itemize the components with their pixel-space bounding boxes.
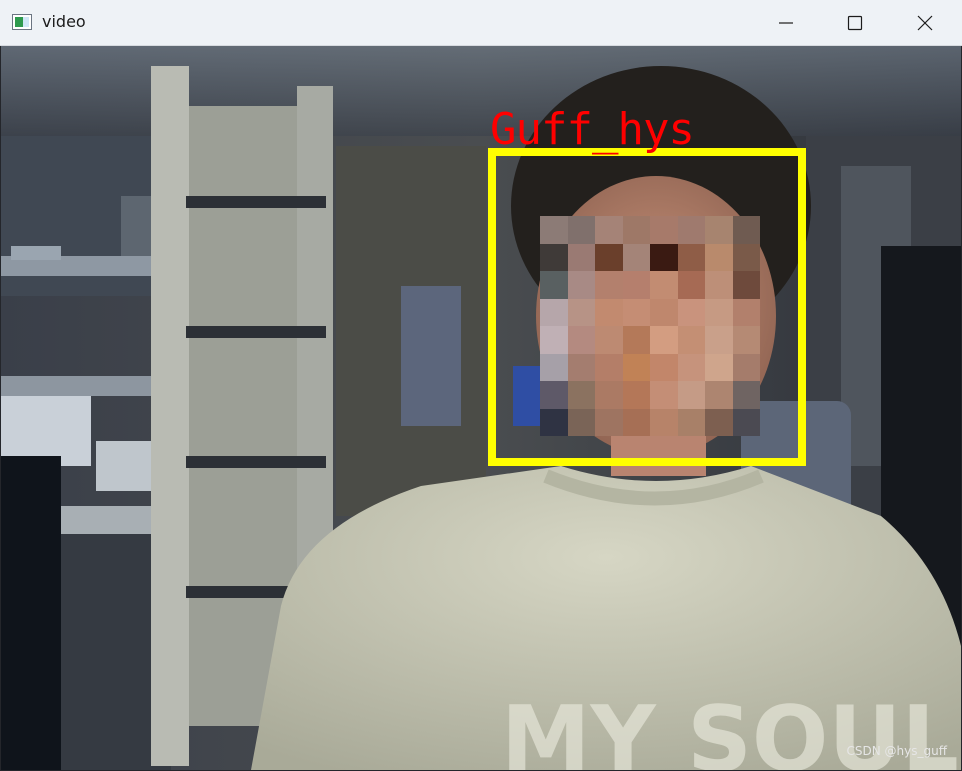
maximize-icon bbox=[847, 15, 863, 31]
minimize-icon bbox=[779, 22, 793, 24]
maximize-button[interactable] bbox=[822, 0, 888, 46]
webcam-scene: MY SOUL bbox=[1, 46, 961, 770]
opencv-window-icon bbox=[12, 14, 32, 30]
close-button[interactable] bbox=[892, 0, 958, 46]
title-bar[interactable]: video bbox=[0, 0, 962, 46]
close-icon bbox=[917, 15, 933, 31]
watermark: CSDN @hys_guff bbox=[846, 744, 947, 758]
minimize-button[interactable] bbox=[753, 0, 819, 46]
detection-label: Guff_hys bbox=[490, 104, 695, 155]
window-title: video bbox=[42, 12, 86, 31]
video-frame: MY SOUL Guff_hys CSDN @hys_guff bbox=[1, 46, 961, 770]
face-detection-box bbox=[488, 148, 806, 466]
video-window: video MY SOUL Guff_hys CSDN @hys_guff bbox=[0, 0, 962, 771]
